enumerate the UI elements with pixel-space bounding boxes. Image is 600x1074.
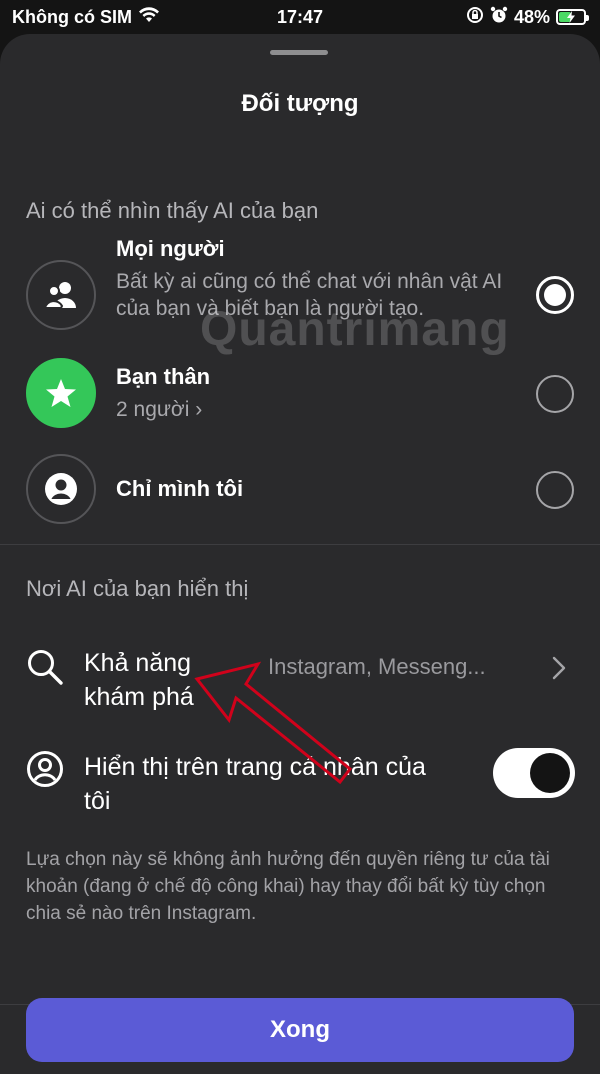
profile-visibility-row[interactable]: Hiển thị trên trang cá nhân của tôi <box>0 748 600 828</box>
carrier-label: Không có SIM <box>12 6 132 27</box>
radio-button-selected[interactable] <box>536 276 574 314</box>
discovery-title: Khả năng khám phá <box>84 649 194 711</box>
search-icon <box>26 648 64 691</box>
profile-circle-icon <box>26 750 64 793</box>
watermark-logo: Quantrimang <box>200 303 510 356</box>
audience-section-label: Ai có thể nhìn thấy AI của bạn <box>26 198 319 223</box>
discovery-value: Instagram, Messeng... <box>268 654 486 679</box>
sheet-grabber[interactable] <box>270 50 328 55</box>
done-button[interactable]: Xong <box>26 998 574 1062</box>
star-icon <box>26 358 96 428</box>
rotation-lock-icon <box>466 6 484 29</box>
option-title: Bạn thân <box>116 364 211 389</box>
alarm-icon <box>490 6 508 29</box>
profile-visibility-toggle[interactable] <box>493 748 575 798</box>
option-title: Mọi người <box>116 236 225 261</box>
option-title: Chỉ mình tôi <box>116 476 244 501</box>
wifi-icon <box>138 6 160 28</box>
radio-button[interactable] <box>536 375 574 413</box>
profile-visibility-title: Hiển thị trên trang cá nhân của tôi <box>84 753 426 815</box>
audience-option-only-me[interactable]: Chỉ mình tôi <box>0 454 600 526</box>
radio-button[interactable] <box>536 471 574 509</box>
person-icon <box>26 454 96 524</box>
privacy-footnote: Lựa chọn này sẽ không ảnh hưởng đến quyề… <box>26 849 550 924</box>
sheet-title: Đối tượng <box>241 90 359 117</box>
audience-sheet: Đối tượng Ai có thể nhìn thấy AI của bạn… <box>0 34 600 1074</box>
battery-percent: 48% <box>513 6 550 27</box>
people-icon <box>26 260 96 330</box>
placement-section-label: Nơi AI của bạn hiển thị <box>26 576 249 601</box>
section-divider <box>0 544 600 545</box>
chevron-right-icon <box>552 656 566 685</box>
status-bar: Không có SIM 17:47 48% <box>0 0 600 34</box>
battery-charging-icon <box>556 9 589 25</box>
option-description[interactable]: 2 người › <box>116 396 526 423</box>
toggle-knob <box>530 753 570 793</box>
audience-option-close-friends[interactable]: Bạn thân 2 người › <box>0 358 600 430</box>
discovery-row[interactable]: Khả năng khám phá Instagram, Messeng... <box>0 644 600 724</box>
status-right: 48% <box>466 6 589 29</box>
status-left: Không có SIM <box>12 7 160 28</box>
